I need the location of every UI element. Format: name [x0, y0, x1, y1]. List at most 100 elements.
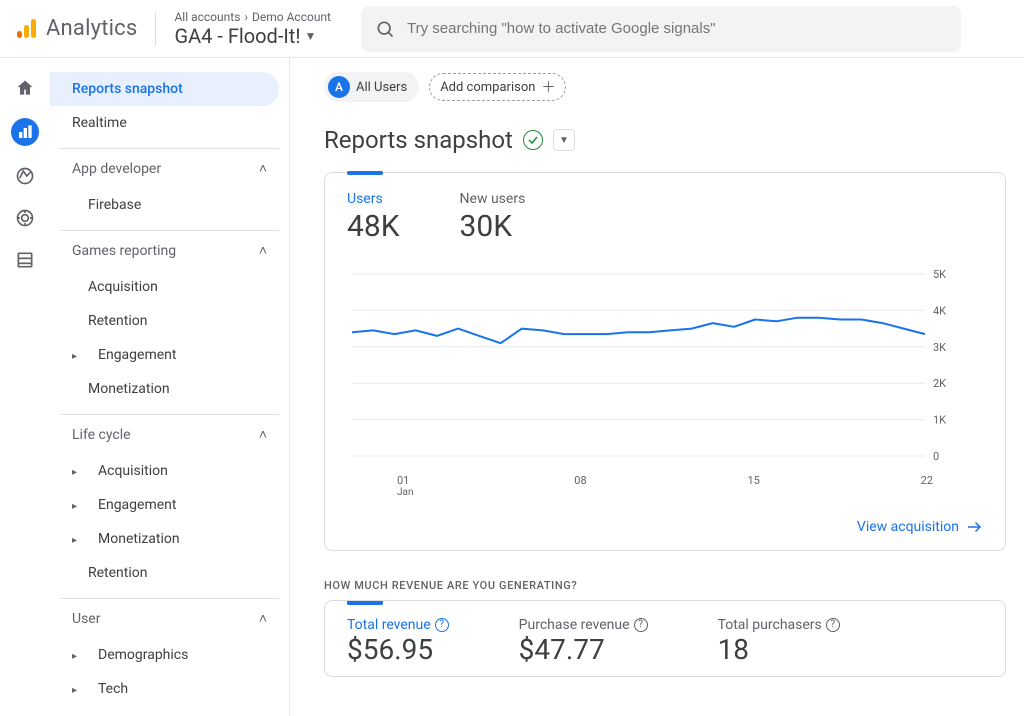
- svg-text:4K: 4K: [933, 304, 946, 317]
- page-title: Reports snapshot: [324, 126, 513, 154]
- nav-realtime[interactable]: Realtime: [60, 106, 279, 140]
- product-logo-block[interactable]: Analytics: [14, 16, 137, 41]
- svg-text:2K: 2K: [933, 377, 946, 390]
- revenue-card: Total revenue? $56.95 Purchase revenue? …: [324, 600, 1006, 677]
- nav-group-life-cycle[interactable]: Life cycle ˄: [60, 414, 279, 454]
- chevron-up-icon: ˄: [259, 610, 267, 627]
- nav-group-label: Life cycle: [72, 427, 131, 443]
- nav-label: Acquisition: [98, 463, 168, 479]
- nav-life-engagement[interactable]: Engagement: [60, 488, 279, 522]
- xtick-month: Jan: [397, 487, 413, 498]
- plus-icon: ＋: [541, 77, 555, 97]
- metric-label: New users: [460, 191, 526, 207]
- nav-label: Engagement: [98, 347, 176, 363]
- metric-value: $47.77: [519, 633, 648, 666]
- nav-group-label: Games reporting: [72, 243, 176, 259]
- nav-label: Tech: [98, 681, 128, 697]
- top-bar: Analytics All accounts › Demo Account GA…: [0, 0, 1024, 58]
- rail-advertising[interactable]: [13, 206, 37, 230]
- rail-explore[interactable]: [13, 164, 37, 188]
- revenue-metrics-row: Total revenue? $56.95 Purchase revenue? …: [347, 617, 983, 666]
- xtick: 08: [574, 474, 586, 498]
- svg-text:5K: 5K: [933, 270, 946, 281]
- library-icon: [15, 250, 35, 270]
- nav-user-tech[interactable]: Tech: [60, 672, 279, 706]
- view-acquisition-link[interactable]: View acquisition: [857, 518, 983, 536]
- nav-group-games-reporting[interactable]: Games reporting ˄: [60, 230, 279, 270]
- metric-total-revenue[interactable]: Total revenue? $56.95: [347, 617, 449, 666]
- help-icon[interactable]: ?: [634, 618, 648, 632]
- rail-home[interactable]: [13, 76, 37, 100]
- analytics-logo-icon: [14, 17, 38, 41]
- xtick: 01: [397, 474, 413, 487]
- xtick: 22: [921, 474, 933, 498]
- metric-total-purchasers[interactable]: Total purchasers? 18: [718, 617, 840, 666]
- nav-games-retention[interactable]: Retention: [60, 304, 279, 338]
- svg-text:0: 0: [933, 450, 939, 463]
- nav-games-acquisition[interactable]: Acquisition: [60, 270, 279, 304]
- global-search[interactable]: [361, 6, 961, 52]
- search-input[interactable]: [407, 20, 947, 37]
- metric-label: Purchase revenue: [519, 617, 630, 633]
- segment-name: All Users: [356, 80, 407, 95]
- metric-users[interactable]: Users 48K: [347, 191, 400, 244]
- check-icon: [527, 134, 539, 146]
- nav-group-label: User: [72, 611, 100, 627]
- chevron-up-icon: ˄: [259, 426, 267, 443]
- nav-reports-snapshot[interactable]: Reports snapshot: [50, 72, 279, 106]
- chevron-right-icon: ›: [244, 10, 248, 24]
- rail-reports[interactable]: [11, 118, 39, 146]
- account-property-selector[interactable]: All accounts › Demo Account GA4 - Flood-…: [174, 10, 331, 48]
- comparison-row: A All Users Add comparison ＋: [324, 72, 1006, 102]
- main-content: A All Users Add comparison ＋ Reports sna…: [290, 58, 1024, 716]
- left-rail: [0, 58, 50, 716]
- chevron-up-icon: ˄: [259, 242, 267, 259]
- nav-life-retention[interactable]: Retention: [60, 556, 279, 590]
- chevron-up-icon: ˄: [259, 160, 267, 177]
- property-name: GA4 - Flood-It!: [174, 24, 300, 48]
- metric-value: 30K: [460, 209, 526, 244]
- metric-label: Total revenue: [347, 617, 431, 633]
- add-comparison-label: Add comparison: [440, 80, 535, 95]
- home-icon: [15, 78, 35, 98]
- metric-value: 48K: [347, 209, 400, 244]
- nav-games-engagement[interactable]: Engagement: [60, 338, 279, 372]
- add-comparison-button[interactable]: Add comparison ＋: [429, 73, 566, 101]
- explore-icon: [15, 166, 35, 186]
- nav-label: Engagement: [98, 497, 176, 513]
- divider: [155, 12, 156, 46]
- nav-group-app-developer[interactable]: App developer ˄: [60, 148, 279, 188]
- nav-firebase[interactable]: Firebase: [60, 188, 279, 222]
- nav-life-acquisition[interactable]: Acquisition: [60, 454, 279, 488]
- help-icon[interactable]: ?: [826, 618, 840, 632]
- breadcrumb-account: Demo Account: [252, 10, 331, 24]
- nav-user-demographics[interactable]: Demographics: [60, 638, 279, 672]
- breadcrumb-all-accounts: All accounts: [174, 10, 240, 24]
- svg-text:1K: 1K: [933, 414, 946, 427]
- view-link-label: View acquisition: [857, 519, 959, 535]
- nav-group-user[interactable]: User ˄: [60, 598, 279, 638]
- metric-label: Total purchasers: [718, 617, 822, 633]
- page-title-row: Reports snapshot ▼: [324, 126, 1006, 154]
- reports-icon: [17, 124, 33, 140]
- users-line-chart: 0 1K 2K 3K 4K 5K 01Jan 08 15 22: [347, 270, 983, 498]
- title-dropdown[interactable]: ▼: [553, 129, 575, 151]
- rail-configure[interactable]: [13, 248, 37, 272]
- svg-text:3K: 3K: [933, 341, 946, 354]
- breadcrumb: All accounts › Demo Account: [174, 10, 331, 24]
- nav-games-monetization[interactable]: Monetization: [60, 372, 279, 406]
- chart-x-axis: 01Jan 08 15 22: [347, 470, 983, 498]
- nav-life-monetization[interactable]: Monetization: [60, 522, 279, 556]
- status-check-badge[interactable]: [523, 130, 543, 150]
- segment-chip-all-users[interactable]: A All Users: [324, 72, 419, 102]
- nav-label: Monetization: [98, 531, 180, 547]
- side-nav: Reports snapshot Realtime App developer …: [50, 58, 290, 716]
- product-name: Analytics: [46, 16, 137, 41]
- metric-new-users[interactable]: New users 30K: [460, 191, 526, 244]
- nav-group-label: App developer: [72, 161, 161, 177]
- overview-card: Users 48K New users 30K 0 1K 2K 3K 4K 5K 01Ja…: [324, 172, 1006, 551]
- help-icon[interactable]: ?: [435, 618, 449, 632]
- metric-value: $56.95: [347, 633, 449, 666]
- metric-purchase-revenue[interactable]: Purchase revenue? $47.77: [519, 617, 648, 666]
- revenue-section-heading: HOW MUCH REVENUE ARE YOU GENERATING?: [324, 579, 1006, 592]
